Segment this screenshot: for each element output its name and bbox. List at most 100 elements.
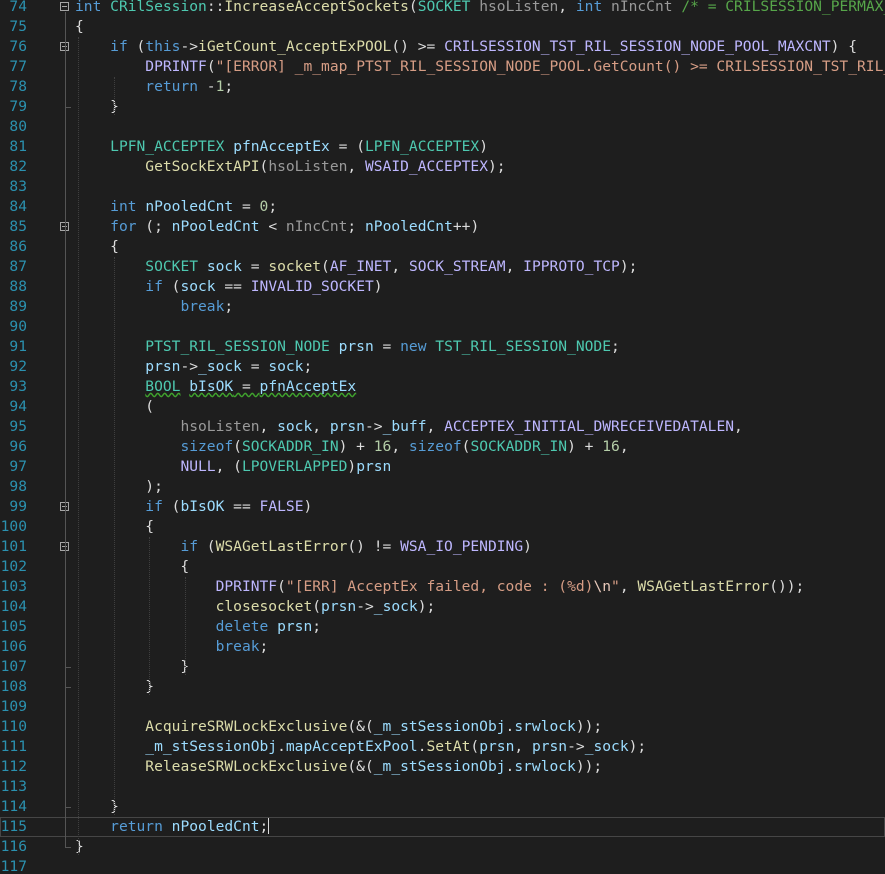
- code-line[interactable]: 117: [0, 857, 885, 874]
- plain-token: ==: [215, 278, 251, 295]
- code-line[interactable]: 82 GetSockExtAPI(hsoListen, WSAID_ACCEPT…: [0, 157, 885, 177]
- code-line[interactable]: 90: [0, 317, 885, 337]
- variable-token: prsn: [356, 458, 392, 475]
- code-line[interactable]: 95 hsoListen, sock, prsn->_buff, ACCEPTE…: [0, 417, 885, 437]
- code-line[interactable]: 107 }: [0, 657, 885, 677]
- variable-token: bIsOK: [189, 378, 234, 395]
- code-line[interactable]: 98 );: [0, 477, 885, 497]
- line-number: 82: [9, 158, 27, 175]
- plain-token: =: [233, 198, 260, 215]
- code-text: sizeof(SOCKADDR_IN) + 16, sizeof(SOCKADD…: [75, 437, 628, 457]
- code-line[interactable]: 83: [0, 177, 885, 197]
- code-line[interactable]: 102 {: [0, 557, 885, 577]
- plain-token: ;: [347, 218, 365, 235]
- function-token: AcquireSRWLockExclusive: [145, 718, 348, 735]
- plain-token: (: [233, 438, 242, 455]
- code-line[interactable]: 79 }: [0, 97, 885, 117]
- code-line[interactable]: 78 return -1;: [0, 77, 885, 97]
- parameter-token: hsoListen: [268, 158, 348, 175]
- code-line[interactable]: 84 int nPooledCnt = 0;: [0, 197, 885, 217]
- function-token: GetSockExtAPI: [145, 158, 260, 175]
- plain-token: (: [321, 258, 330, 275]
- keyword-token: if: [145, 278, 163, 295]
- code-line[interactable]: 114 }: [0, 797, 885, 817]
- plain-token: ) +: [338, 438, 374, 455]
- code-line[interactable]: 80: [0, 117, 885, 137]
- code-line[interactable]: 112 ReleaseSRWLockExclusive(&(_m_stSessi…: [0, 757, 885, 777]
- plain-token: (&(: [347, 758, 374, 775]
- code-line[interactable]: 87 SOCKET sock = socket(AF_INET, SOCK_ST…: [0, 257, 885, 277]
- line-number: 84: [9, 198, 27, 215]
- keyword-token: return: [145, 78, 199, 95]
- code-editor[interactable]: 74 int CRilSession::IncreaseAcceptSockets…: [0, 0, 885, 874]
- plain-token: (: [277, 578, 286, 595]
- code-line[interactable]: 116}: [0, 837, 885, 857]
- code-line[interactable]: 76 if (this->iGetCount_AcceptExPOOL() >=…: [0, 37, 885, 57]
- code-text: AcquireSRWLockExclusive(&(_m_stSessionOb…: [75, 717, 602, 737]
- macro-token: AF_INET: [329, 258, 392, 275]
- collapse-icon[interactable]: [60, 2, 69, 11]
- macro-token: INVALID_SOCKET: [250, 278, 374, 295]
- plain-token: (: [162, 278, 181, 295]
- code-line[interactable]: 92 prsn->_sock = sock;: [0, 357, 885, 377]
- plain-token: ,: [391, 258, 409, 275]
- plain-token: ,: [347, 158, 365, 175]
- variable-token: prsn: [479, 738, 515, 755]
- code-line[interactable]: 86 {: [0, 237, 885, 257]
- code-line[interactable]: 93 BOOL bIsOK = pfnAcceptEx: [0, 377, 885, 397]
- line-number: 114: [0, 798, 27, 815]
- indent-guide: [149, 537, 150, 695]
- code-line[interactable]: 81 LPFN_ACCEPTEX pfnAcceptEx = (LPFN_ACC…: [0, 137, 885, 157]
- code-line[interactable]: 74 int CRilSession::IncreaseAcceptSockets…: [0, 0, 885, 17]
- code-line[interactable]: 110 AcquireSRWLockExclusive(&(_m_stSessi…: [0, 717, 885, 737]
- function-token: ReleaseSRWLockExclusive: [145, 758, 348, 775]
- variable-token: nPooledCnt: [365, 218, 453, 235]
- plain-token: ,: [514, 738, 532, 755]
- code-line[interactable]: 91 PTST_RIL_SESSION_NODE prsn = new TST_…: [0, 337, 885, 357]
- code-line[interactable]: 103 DPRINTF("[ERR] AcceptEx failed, code…: [0, 577, 885, 597]
- code-line[interactable]: 101 if (WSAGetLastError() != WSA_IO_PEND…: [0, 537, 885, 557]
- code-line[interactable]: 111 _m_stSessionObj.mapAcceptExPool.SetA…: [0, 737, 885, 757]
- plain-token: ;: [303, 358, 313, 375]
- line-number: 76: [9, 38, 27, 55]
- code-line[interactable]: 77 DPRINTF("[ERROR] _m_map_PTST_RIL_SESS…: [0, 57, 885, 77]
- code-line[interactable]: 75 {: [0, 17, 885, 37]
- code-line[interactable]: 88 if (sock == INVALID_SOCKET): [0, 277, 885, 297]
- code-line[interactable]: 104 closesocket(prsn->_sock);: [0, 597, 885, 617]
- line-number: 89: [9, 298, 27, 315]
- code-line[interactable]: 115 return nPooledCnt;: [0, 817, 885, 837]
- type-token: LPFN_ACCEPTEX: [365, 138, 480, 155]
- line-number: 88: [9, 278, 27, 295]
- plain-token: ): [303, 498, 313, 515]
- line-number: 108: [0, 678, 27, 695]
- code-line[interactable]: 109: [0, 697, 885, 717]
- plain-token: ,: [734, 418, 743, 435]
- code-line[interactable]: 100 {: [0, 517, 885, 537]
- code-text: {: [75, 557, 189, 577]
- macro-token: CRILSESSION_TST_RIL_SESSION_NODE_POOL_MA…: [444, 38, 831, 55]
- code-text: }: [75, 837, 84, 857]
- plain-token: }: [75, 98, 119, 115]
- plain-token: {: [75, 558, 190, 575]
- code-line[interactable]: 96 sizeof(SOCKADDR_IN) + 16, sizeof(SOCK…: [0, 437, 885, 457]
- code-line[interactable]: 85 for (; nPooledCnt < nIncCnt; nPooledC…: [0, 217, 885, 237]
- code-line[interactable]: 97 NULL, (LPOVERLAPPED)prsn: [0, 457, 885, 477]
- code-line[interactable]: 108 }: [0, 677, 885, 697]
- macro-token: NULL: [180, 458, 216, 475]
- code-line[interactable]: 105 delete prsn;: [0, 617, 885, 637]
- code-line[interactable]: 99 if (bIsOK == FALSE): [0, 497, 885, 517]
- code-line[interactable]: 106 break;: [0, 637, 885, 657]
- code-line[interactable]: 94 (: [0, 397, 885, 417]
- keyword-token: int: [75, 0, 102, 15]
- code-line[interactable]: 89 break;: [0, 297, 885, 317]
- code-line[interactable]: 113: [0, 777, 885, 797]
